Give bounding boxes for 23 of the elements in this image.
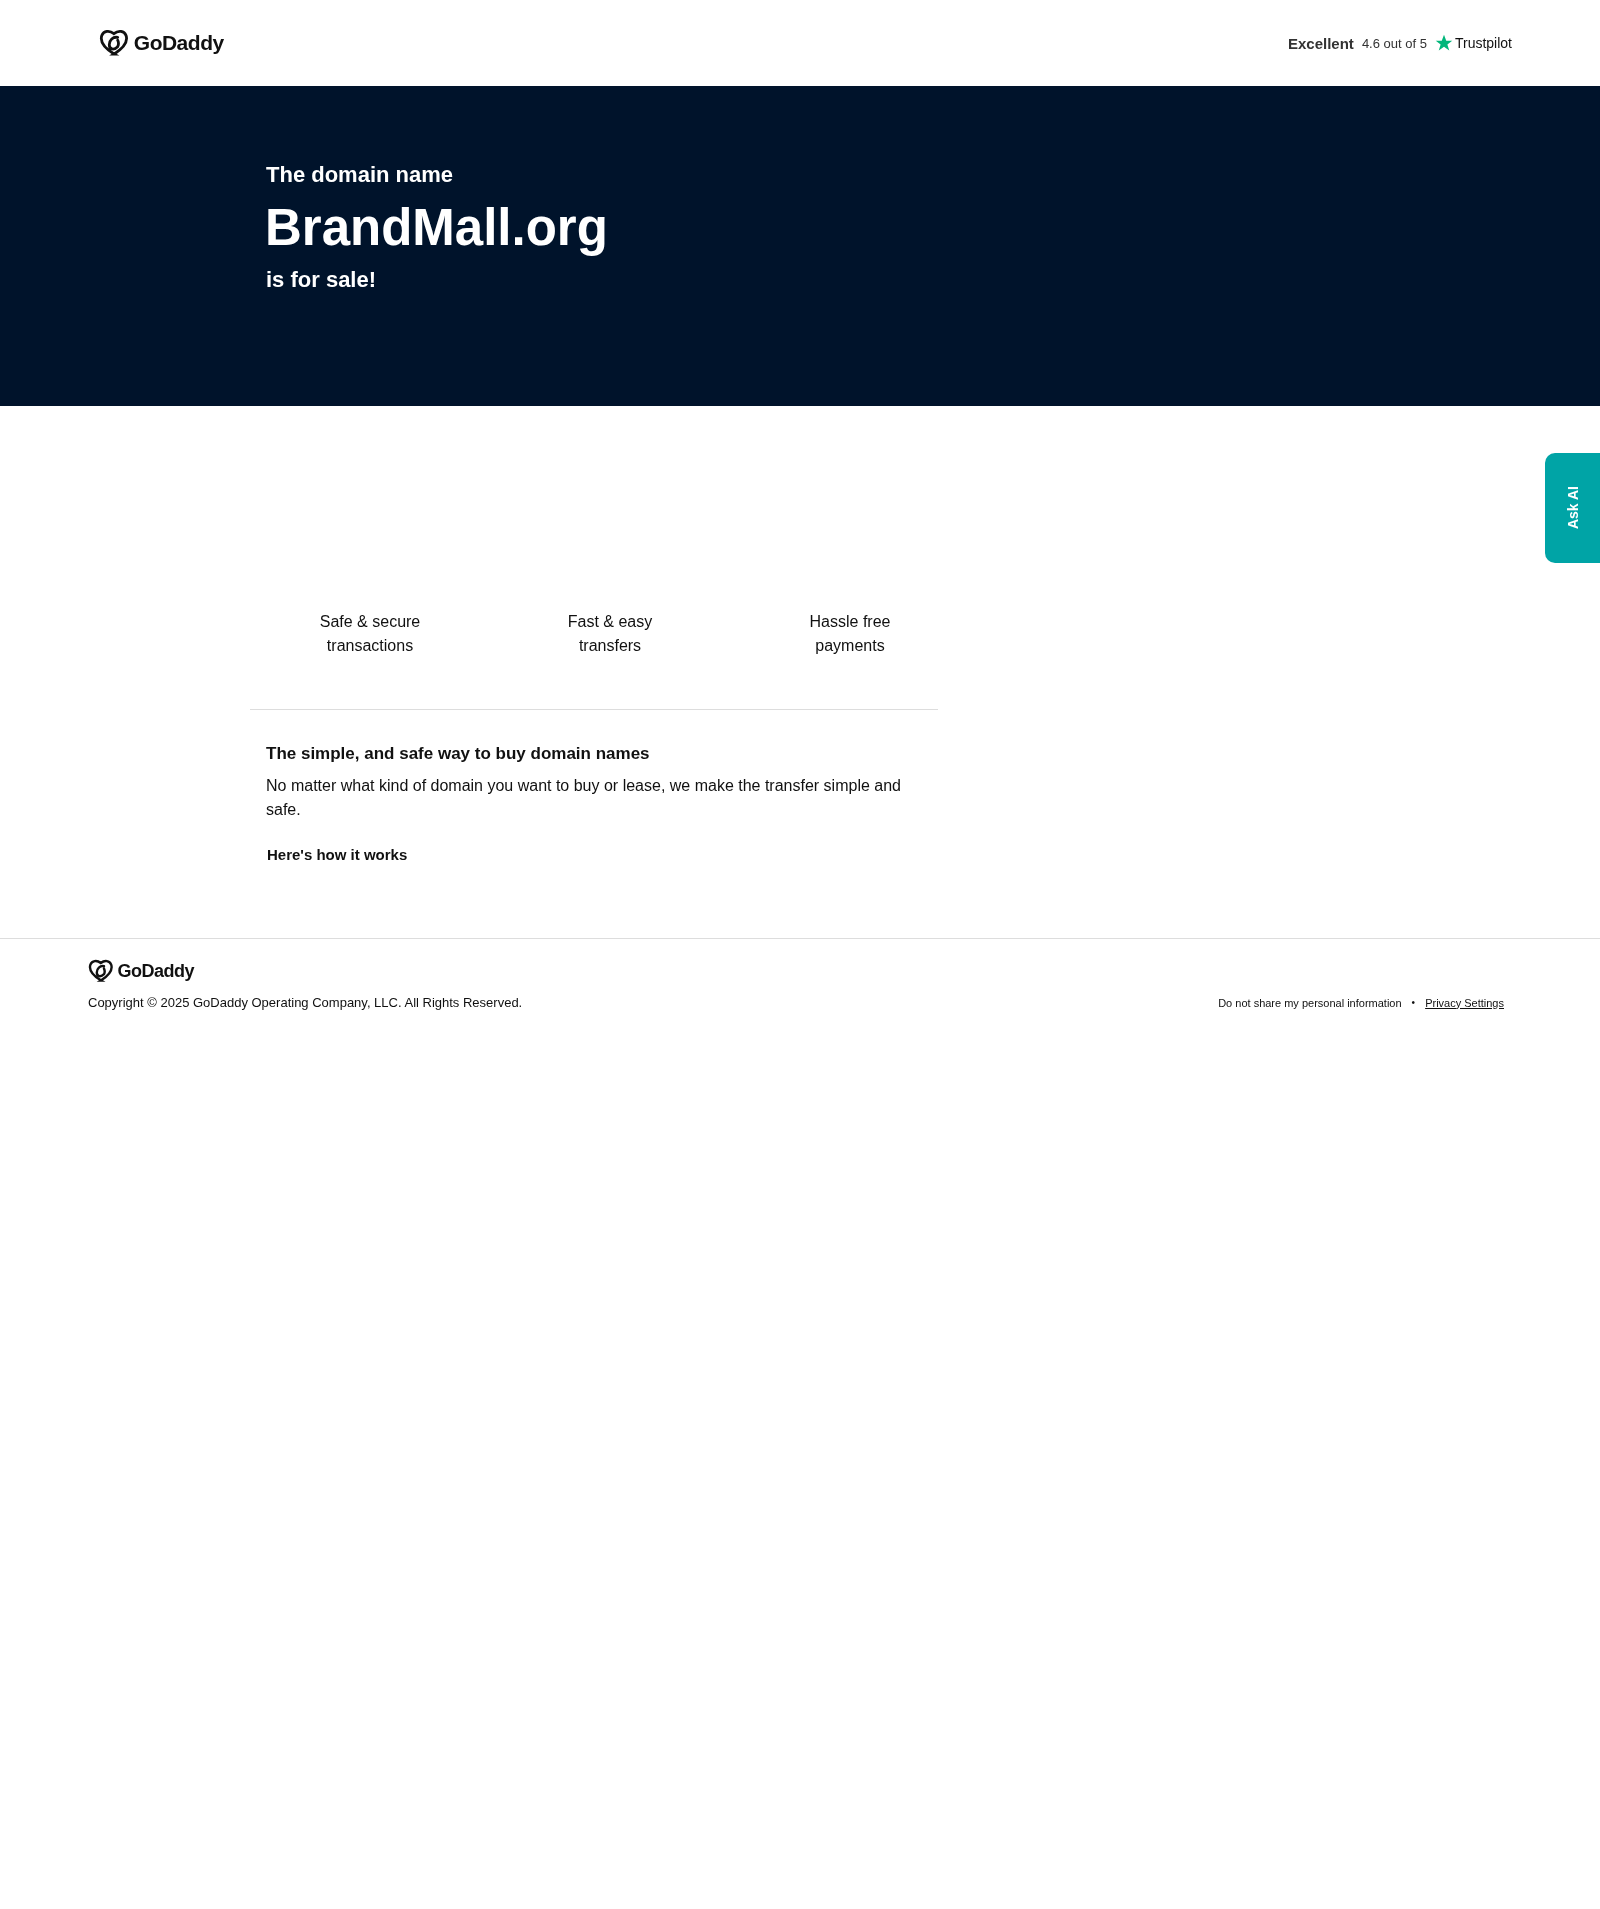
domain-name: BrandMall.org: [265, 198, 608, 257]
logo[interactable]: GoDaddy: [88, 959, 194, 983]
heart-logo-icon: [99, 29, 130, 57]
feature-label: Safe & secure transactions: [318, 612, 422, 656]
feature-label: Hassle free payments: [808, 612, 892, 656]
star-icon: [1434, 34, 1453, 52]
feature-label: Fast & easy transfers: [566, 612, 654, 656]
how-it-works-link[interactable]: Here's how it works: [267, 846, 408, 863]
logo-text: GoDaddy: [117, 960, 194, 982]
section-heading: The simple, and safe way to buy domain names: [266, 744, 651, 764]
hero-intro: The domain name: [266, 162, 454, 188]
logo-text: GoDaddy: [133, 31, 224, 55]
section-text: No matter what kind of domain you want to buy or lease, we make the transfer simple and safe.: [266, 776, 902, 820]
heart-logo-icon: [88, 959, 115, 983]
footer-link[interactable]: Do not share my personal information: [1218, 996, 1402, 1009]
copyright-text: Copyright © 2025 GoDaddy Operating Company, LLC. All Rights Reserved.: [88, 995, 523, 1010]
logo[interactable]: GoDaddy: [99, 29, 224, 57]
footer-link[interactable]: Privacy Settings: [1425, 996, 1504, 1009]
trustpilot-logo[interactable]: Trustpilot: [1434, 34, 1512, 52]
rating-score: 4.6 out of 5: [1361, 35, 1427, 51]
separator-dot: •: [1411, 997, 1416, 1008]
rating-label: Excellent: [1288, 34, 1354, 52]
hero-outro: is for sale!: [266, 267, 377, 293]
